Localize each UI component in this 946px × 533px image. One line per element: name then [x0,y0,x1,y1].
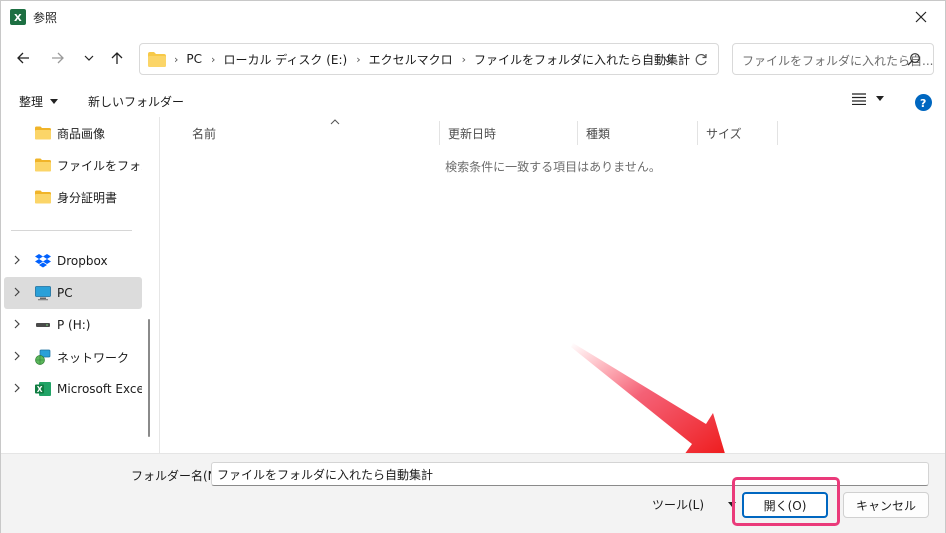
organize-button[interactable]: 整理 [19,93,59,110]
close-icon [915,11,927,23]
sidebar-item-label: PC [57,286,73,300]
arrow-right-icon [52,52,64,64]
column-header-name[interactable]: 名前 [184,119,440,145]
sidebar-item-drive-h[interactable]: P (H:) [1,309,142,341]
new-folder-button[interactable]: 新しいフォルダー [88,93,184,110]
sidebar-item-label: 商品画像 [57,126,106,141]
dropbox-icon [35,254,51,268]
svg-text:?: ? [920,97,926,110]
dialog-footer: フォルダー名(N): ファイルをフォルダに入れたら自動集計 ツール(L) 開く(… [1,453,945,533]
svg-text:X: X [14,13,22,24]
sidebar-item-dropbox[interactable]: Dropbox [1,245,142,277]
breadcrumb-separator: › [211,52,216,66]
chevron-right-icon[interactable] [13,383,21,393]
column-header-label: 種類 [586,126,611,141]
open-button[interactable]: 開く(O) [742,492,828,518]
excel-icon: X [10,9,26,25]
breadcrumb-drive[interactable]: ローカル ディスク (E:) [223,51,347,68]
column-header-type[interactable]: 種類 [578,121,698,145]
chevron-right-icon[interactable] [13,319,21,329]
folder-icon [35,190,51,204]
caret-down-icon [50,98,59,104]
sidebar-item-label: Dropbox [57,254,108,268]
help-icon[interactable]: ? [915,94,932,111]
address-bar[interactable]: › PC › ローカル ディスク (E:) › エクセルマクロ › ファイルをフ… [139,43,719,75]
view-options-button[interactable] [852,93,884,105]
list-view-icon [852,93,866,105]
caret-down-icon [876,96,884,101]
column-header-label: サイズ [706,126,742,141]
sidebar-item-label: P (H:) [57,318,91,332]
command-bar: 整理 新しいフォルダー [1,87,945,117]
column-header-modified[interactable]: 更新日時 [440,121,578,145]
address-history-button[interactable] [660,52,676,68]
breadcrumb-separator: › [356,52,361,66]
sidebar-item-label: ネットワーク [57,350,130,365]
sidebar-divider [11,230,132,231]
refresh-icon [695,53,707,66]
navigation-bar: › PC › ローカル ディスク (E:) › エクセルマクロ › ファイルをフ… [1,39,945,79]
sidebar-item-product-images[interactable]: 商品画像 [1,117,142,149]
breadcrumb-folder[interactable]: エクセルマクロ [369,51,453,68]
back-button[interactable] [10,45,36,71]
empty-results-message: 検索条件に一致する項目はありません。 [445,160,661,174]
sidebar-item-label: 身分証明書 [57,190,118,205]
sidebar-item-label: ファイルをフォルダに [57,158,142,173]
excel-icon: X [35,382,51,396]
arrow-up-icon [111,52,123,64]
drive-icon [36,323,50,327]
tools-label: ツール(L) [652,498,705,512]
sidebar-item-pc[interactable]: PC [4,277,142,309]
sidebar-item-id-documents[interactable]: 身分証明書 [1,181,142,213]
window-title: 参照 [33,11,58,25]
chevron-down-icon [663,57,673,63]
forward-button[interactable] [45,45,71,71]
search-placeholder: ファイルをフォルダに入れたら自... [742,54,934,68]
cancel-button[interactable]: キャンセル [843,492,929,518]
chevron-right-icon[interactable] [13,255,21,265]
folder-icon [148,51,166,67]
sidebar-item-microsoft-excel[interactable]: X Microsoft Excel [1,373,142,405]
title-bar: X 参照 [1,1,945,33]
file-browse-dialog: X 参照 › PC › ローカル ディスク (E:) › エクセルマクロ › フ… [0,0,946,533]
sidebar-item-network[interactable]: ネットワーク [1,341,142,373]
recent-locations-button[interactable] [76,45,102,71]
column-header-size[interactable]: サイズ [698,121,778,145]
close-button[interactable] [901,3,941,31]
column-header-label: 名前 [192,126,217,141]
chevron-right-icon[interactable] [13,351,21,361]
organize-label: 整理 [19,95,44,109]
breadcrumb-separator: › [461,52,467,66]
folder-icon [35,126,51,140]
sidebar-scrollbar[interactable] [148,319,150,437]
tools-button[interactable]: ツール(L) [652,496,737,513]
sort-ascending-icon [330,119,340,125]
svg-text:X: X [37,385,43,394]
pc-icon [35,286,51,301]
chevron-right-icon[interactable] [13,287,21,297]
search-input[interactable]: ファイルをフォルダに入れたら自... [732,43,934,75]
column-header-label: 更新日時 [448,126,497,141]
folder-icon [35,158,51,172]
file-list-pane[interactable]: 名前 更新日時 種類 サイズ 検索条件に一致する項目はありません。 [159,117,945,453]
search-icon [907,53,920,66]
navigation-pane: 商品画像 ファイルをフォルダに 身分証明書 Dropbox [1,117,159,453]
breadcrumb-separator: › [174,52,179,66]
sidebar-item-label: Microsoft Excel [57,382,142,396]
breadcrumb-pc[interactable]: PC [186,52,202,66]
network-icon [35,349,51,365]
chevron-down-icon [84,55,94,61]
sidebar-item-auto-aggregate-folder[interactable]: ファイルをフォルダに [1,149,142,181]
breadcrumb-current[interactable]: ファイルをフォルダに入れたら自動集計 [474,51,690,68]
up-button[interactable] [104,45,130,71]
arrow-left-icon [17,52,29,64]
refresh-button[interactable] [692,51,710,69]
